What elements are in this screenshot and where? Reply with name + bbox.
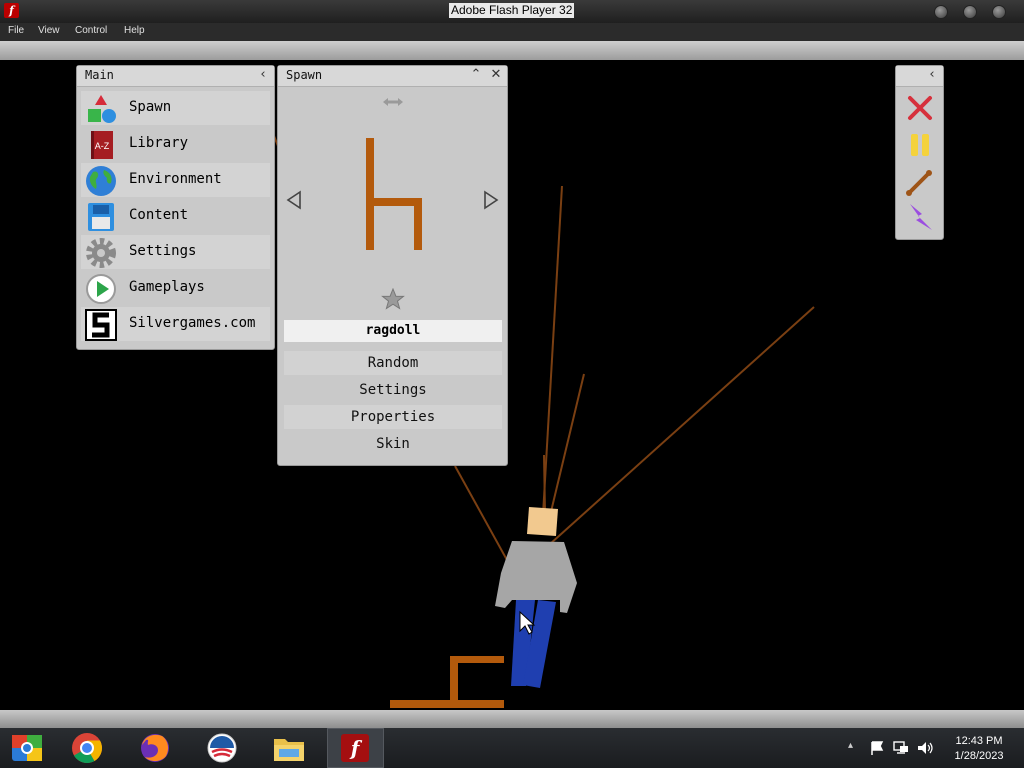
shapes-icon bbox=[88, 95, 116, 123]
main-item-environment[interactable]: Environment bbox=[81, 163, 270, 197]
close-icon[interactable]: ✕ bbox=[487, 67, 505, 85]
ragdoll-head bbox=[527, 507, 558, 536]
svg-text:A-Z: A-Z bbox=[95, 141, 110, 151]
properties-button[interactable]: Properties bbox=[284, 405, 502, 429]
main-panel: Main ‹ Spawn A-Z Library Environment Con… bbox=[76, 65, 275, 350]
menu-control[interactable]: Control bbox=[75, 25, 107, 36]
clock-time: 12:43 PM bbox=[955, 735, 1003, 747]
lightning-icon[interactable] bbox=[906, 202, 934, 234]
toolbar-strip bbox=[0, 41, 1024, 60]
rope-line bbox=[539, 306, 815, 554]
collapse-left-icon[interactable]: ‹ bbox=[923, 67, 941, 85]
pause-icon[interactable] bbox=[908, 132, 932, 158]
obama-logo-icon[interactable] bbox=[205, 731, 239, 765]
main-item-label: Spawn bbox=[129, 99, 172, 115]
book-icon: A-Z bbox=[91, 131, 113, 159]
flash-taskbar-button[interactable]: f bbox=[327, 728, 384, 768]
main-item-content[interactable]: Content bbox=[81, 199, 270, 233]
main-item-label: Content bbox=[129, 207, 189, 223]
firefox-icon[interactable] bbox=[138, 731, 172, 765]
floppy-icon bbox=[88, 203, 114, 231]
stick-icon[interactable] bbox=[905, 167, 935, 197]
taskbar: f ▴ 12:43 PM 1/28/2023 bbox=[0, 728, 1024, 768]
skin-button[interactable]: Skin bbox=[284, 432, 502, 456]
menu-help[interactable]: Help bbox=[124, 25, 145, 36]
tools-panel-header: ‹ bbox=[896, 66, 943, 87]
swap-arrows-icon[interactable] bbox=[381, 96, 405, 108]
network-icon[interactable] bbox=[892, 740, 910, 756]
main-item-label: Gameplays bbox=[129, 279, 205, 295]
tray-clock[interactable]: 12:43 PM 1/28/2023 bbox=[946, 734, 1012, 764]
object-preview bbox=[366, 138, 422, 250]
main-item-gameplays[interactable]: Gameplays bbox=[81, 271, 270, 305]
collapse-up-icon[interactable]: ⌃ bbox=[467, 67, 485, 85]
flash-player-icon: f bbox=[341, 734, 369, 762]
rope-line bbox=[548, 373, 585, 521]
window-title: Adobe Flash Player 32 bbox=[449, 3, 575, 18]
ragdoll-figure bbox=[495, 507, 577, 688]
random-button[interactable]: Random bbox=[284, 351, 502, 375]
spawn-panel-header: Spawn ⌃ ✕ bbox=[278, 66, 507, 87]
main-item-library[interactable]: A-Z Library bbox=[81, 127, 270, 161]
silvergames-logo bbox=[85, 309, 117, 341]
main-panel-header: Main ‹ bbox=[77, 66, 274, 87]
main-item-label: Library bbox=[129, 135, 189, 151]
tray-expand-icon[interactable]: ▴ bbox=[848, 740, 853, 751]
main-item-settings[interactable]: Settings bbox=[81, 235, 270, 269]
tools-panel: ‹ bbox=[895, 65, 944, 240]
menu-bar: File View Control Help bbox=[0, 23, 1024, 41]
maximize-button[interactable] bbox=[963, 5, 977, 19]
flash-app-icon: f bbox=[4, 3, 19, 18]
wooden-stand bbox=[390, 656, 504, 708]
gear-icon bbox=[86, 238, 116, 268]
spawn-panel: Spawn ⌃ ✕ ragdoll Random Settings Proper… bbox=[277, 65, 508, 466]
close-button[interactable] bbox=[992, 5, 1006, 19]
star-icon[interactable] bbox=[381, 288, 405, 310]
main-item-label: Settings bbox=[129, 243, 197, 259]
action-center-flag-icon[interactable] bbox=[869, 740, 885, 756]
title-bar: f Adobe Flash Player 32 bbox=[0, 0, 1024, 23]
minimize-button[interactable] bbox=[934, 5, 948, 19]
clock-date: 1/28/2023 bbox=[954, 750, 1004, 762]
ragdoll-torso bbox=[495, 541, 577, 613]
main-item-silvergames[interactable]: Silvergames.com bbox=[81, 307, 270, 341]
selected-object-name: ragdoll bbox=[284, 320, 502, 342]
chrome-icon[interactable] bbox=[70, 731, 104, 765]
spawn-settings-button[interactable]: Settings bbox=[284, 378, 502, 402]
next-arrow-icon[interactable] bbox=[483, 190, 499, 210]
bottom-strip bbox=[0, 710, 1024, 728]
volume-icon[interactable] bbox=[916, 740, 934, 756]
menu-view[interactable]: View bbox=[38, 25, 60, 36]
globe-icon bbox=[86, 166, 116, 196]
ie-icon[interactable] bbox=[10, 731, 44, 765]
rope-line bbox=[543, 454, 546, 513]
prev-arrow-icon[interactable] bbox=[286, 190, 302, 210]
menu-file[interactable]: File bbox=[8, 25, 24, 36]
play-icon bbox=[86, 274, 116, 304]
delete-icon[interactable] bbox=[906, 94, 934, 122]
main-item-spawn[interactable]: Spawn bbox=[81, 91, 270, 125]
rope-line bbox=[542, 185, 563, 516]
collapse-left-icon[interactable]: ‹ bbox=[254, 67, 272, 85]
main-item-label: Silvergames.com bbox=[129, 315, 256, 331]
file-explorer-icon[interactable] bbox=[272, 731, 306, 765]
main-panel-title: Main bbox=[85, 68, 114, 82]
spawn-panel-title: Spawn bbox=[286, 68, 323, 82]
main-item-label: Environment bbox=[129, 171, 222, 187]
